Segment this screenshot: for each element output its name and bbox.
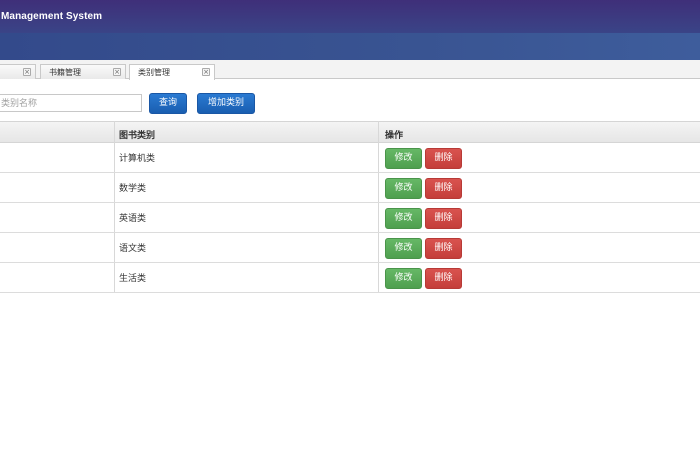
tab-home[interactable]: × <box>0 64 36 79</box>
table-header: 图书类别 操作 <box>0 121 700 143</box>
table-row: 语文类 修改 删除 <box>0 233 700 263</box>
category-cell: 数学类 <box>119 184 147 194</box>
add-category-button[interactable]: 增加类别 <box>197 93 255 114</box>
close-icon[interactable]: × <box>23 68 31 76</box>
table-row: 数学类 修改 删除 <box>0 173 700 203</box>
table-row: 计算机类 修改 删除 <box>0 143 700 173</box>
category-name-search-input[interactable] <box>0 94 142 112</box>
edit-button[interactable]: 修改 <box>385 208 422 229</box>
edit-button[interactable]: 修改 <box>385 238 422 259</box>
query-button[interactable]: 查询 <box>149 93 187 114</box>
delete-button[interactable]: 删除 <box>425 178 462 199</box>
close-icon[interactable]: × <box>202 68 210 76</box>
delete-button[interactable]: 删除 <box>425 148 462 169</box>
table-row: 英语类 修改 删除 <box>0 203 700 233</box>
category-cell: 英语类 <box>119 214 147 224</box>
close-icon[interactable]: × <box>113 68 121 76</box>
delete-button[interactable]: 删除 <box>425 238 462 259</box>
tab-label: 书籍管理 <box>49 68 81 77</box>
edit-button[interactable]: 修改 <box>385 268 422 289</box>
header-band <box>0 33 700 60</box>
edit-button[interactable]: 修改 <box>385 148 422 169</box>
category-cell: 语文类 <box>119 244 147 254</box>
table-row: 生活类 修改 删除 <box>0 263 700 293</box>
column-header-actions: 操作 <box>385 131 404 141</box>
edit-button[interactable]: 修改 <box>385 178 422 199</box>
category-cell: 生活类 <box>119 274 147 284</box>
tab-book-management[interactable]: 书籍管理 × <box>40 64 126 79</box>
tab-label: 类别管理 <box>138 68 170 77</box>
tab-category-management[interactable]: 类别管理 × <box>129 64 215 80</box>
app-title: Management System <box>1 11 103 22</box>
delete-button[interactable]: 删除 <box>425 208 462 229</box>
column-header-category: 图书类别 <box>119 131 156 141</box>
delete-button[interactable]: 删除 <box>425 268 462 289</box>
category-cell: 计算机类 <box>119 154 156 164</box>
app-header: Management System <box>0 0 700 60</box>
tab-bar: × 书籍管理 × 类别管理 × <box>0 60 700 80</box>
